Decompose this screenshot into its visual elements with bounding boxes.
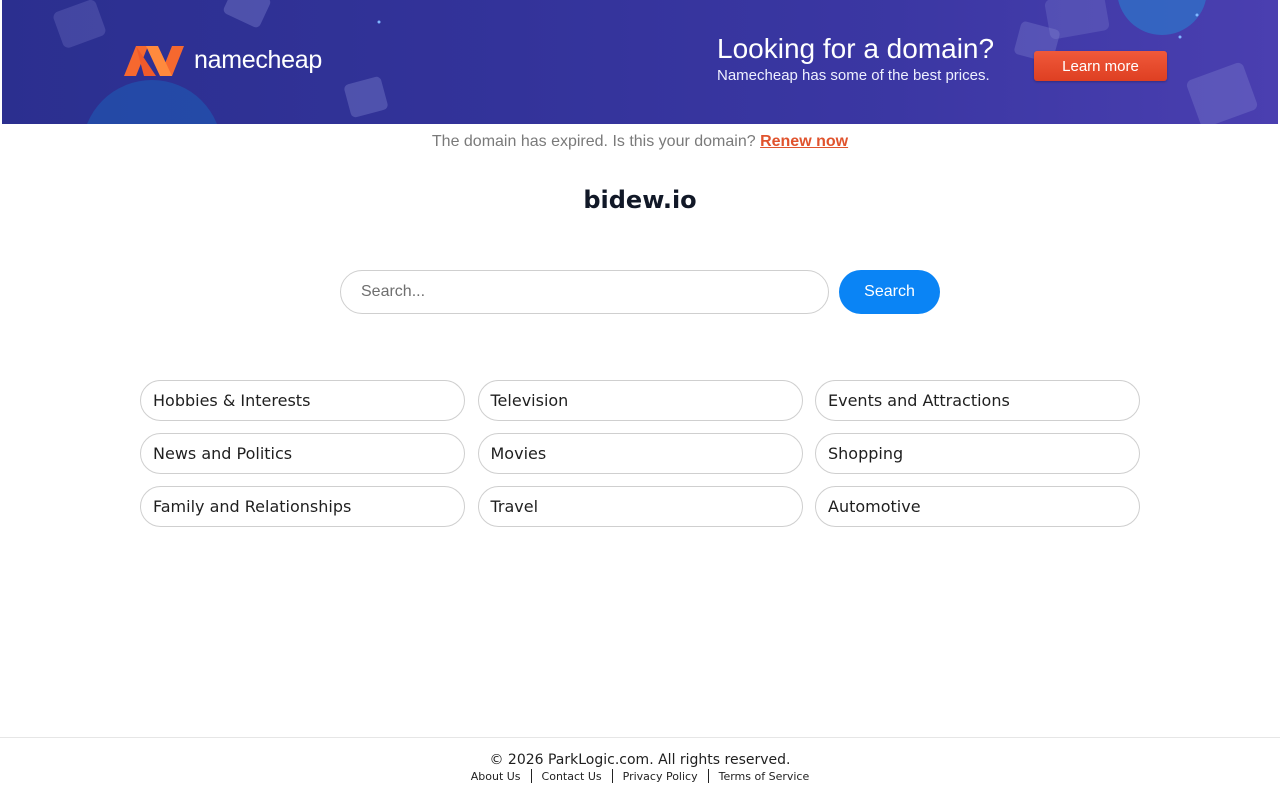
namecheap-logo-icon (124, 46, 184, 76)
copyright-text: © 2026 ParkLogic.com. All rights reserve… (489, 752, 791, 768)
category-link[interactable]: Automotive (815, 486, 1140, 527)
expired-notice-text: The domain has expired. Is this your dom… (431, 133, 756, 150)
privacy-policy-link[interactable]: Privacy Policy (613, 770, 708, 783)
promo-title: Looking for a domain? (717, 33, 995, 64)
category-links: Hobbies & Interests Television Events an… (140, 380, 1140, 527)
category-link[interactable]: News and Politics (140, 433, 465, 474)
expired-notice: The domain has expired. Is this your dom… (0, 133, 1280, 151)
category-link[interactable]: Events and Attractions (815, 380, 1140, 421)
category-link[interactable]: Family and Relationships (140, 486, 465, 527)
footer: © 2026 ParkLogic.com. All rights reserve… (0, 737, 1280, 800)
brand-name: namecheap (194, 45, 322, 74)
promo-text: Looking for a domain? Namecheap has some… (717, 33, 994, 87)
category-link[interactable]: Movies (477, 433, 803, 474)
category-link[interactable]: Shopping (815, 433, 1140, 474)
renew-now-link[interactable]: Renew now (760, 133, 848, 150)
category-link[interactable]: Travel (477, 486, 803, 527)
search-button[interactable]: Search (839, 270, 940, 314)
search-input[interactable] (340, 270, 829, 314)
footer-links: About Us Contact Us Privacy Policy Terms… (0, 769, 1280, 783)
contact-us-link[interactable]: Contact Us (532, 770, 612, 783)
about-us-link[interactable]: About Us (461, 770, 531, 783)
promo-subtitle: Namecheap has some of the best prices. (717, 67, 990, 84)
category-link[interactable]: Television (477, 380, 803, 421)
terms-of-service-link[interactable]: Terms of Service (709, 770, 820, 783)
promo-banner: namecheap Looking for a domain? Namechea… (2, 0, 1278, 124)
domain-name-title: bidew.io (583, 186, 697, 214)
category-link[interactable]: Hobbies & Interests (140, 380, 465, 421)
learn-more-button[interactable]: Learn more (1034, 51, 1167, 81)
namecheap-logo[interactable]: namecheap (122, 42, 322, 78)
